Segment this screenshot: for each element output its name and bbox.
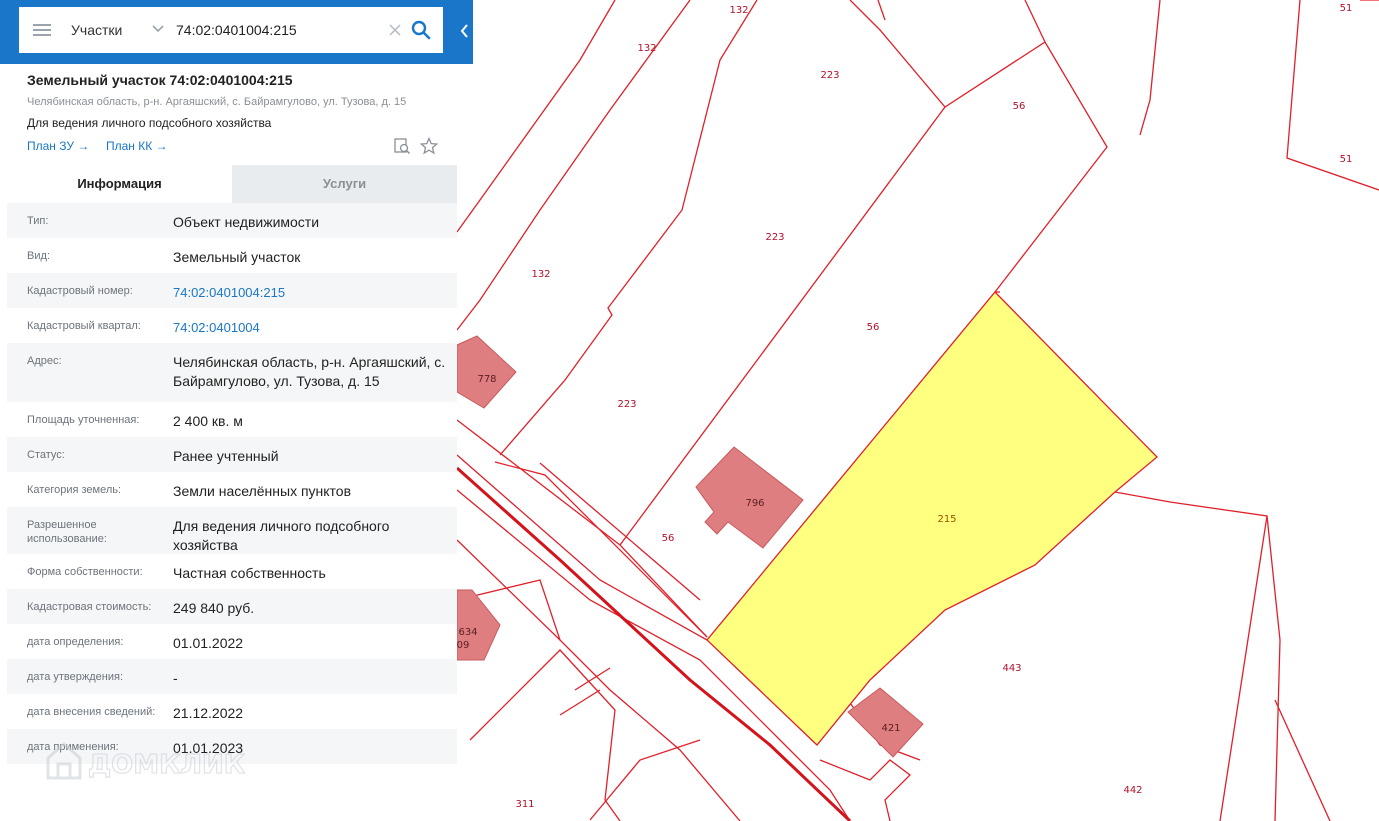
map-label: 56 bbox=[867, 322, 880, 333]
map-label: 215 bbox=[937, 514, 956, 525]
star-icon[interactable] bbox=[420, 137, 438, 155]
plan-kk-link[interactable]: План КК → bbox=[106, 139, 168, 153]
detail-label: Разрешенное использование: bbox=[27, 519, 107, 545]
map-label: 796 bbox=[745, 498, 764, 509]
map-label: 56 bbox=[662, 533, 675, 544]
cadastral-quarter-link[interactable]: 74:02:0401004 bbox=[173, 318, 453, 337]
detail-row: дата определения: 01.01.2022 bbox=[7, 624, 457, 659]
map-label: 442 bbox=[1123, 785, 1142, 796]
detail-row: Вид: Земельный участок bbox=[7, 238, 457, 273]
detail-label: Статус: bbox=[27, 449, 65, 461]
detail-row: Адрес: Челябинская область, р-н. Аргаяшск… bbox=[7, 343, 457, 402]
search-box: Участки bbox=[19, 7, 443, 53]
detail-label: Категория земель: bbox=[27, 484, 122, 496]
detail-value: Челябинская область, р-н. Аргаяшский, с.… bbox=[173, 354, 446, 389]
map-label: 443 bbox=[1002, 663, 1021, 674]
detail-label: дата утверждения: bbox=[27, 671, 124, 683]
detail-label: Площадь уточненная: bbox=[27, 414, 140, 426]
search-icon[interactable] bbox=[410, 19, 432, 41]
parcel-address: Челябинская область, р-н. Аргаяшский, с.… bbox=[27, 96, 407, 108]
parcel-purpose: Для ведения личного подсобного хозяйства bbox=[27, 116, 272, 130]
detail-value: - bbox=[173, 670, 178, 686]
map-label: 223 bbox=[820, 70, 839, 81]
detail-row: дата утверждения: - bbox=[7, 659, 457, 694]
building-778[interactable] bbox=[456, 335, 517, 409]
detail-label: Вид: bbox=[27, 250, 50, 262]
search-input[interactable] bbox=[176, 7, 376, 53]
menu-icon[interactable] bbox=[33, 22, 51, 38]
search-bar: Участки bbox=[0, 0, 473, 64]
detail-value: Объект недвижимости bbox=[173, 214, 320, 230]
map-label: 132 bbox=[531, 269, 550, 280]
detail-value: 21.12.2022 bbox=[173, 705, 244, 721]
domclick-watermark-logo: ДОМКЛИК bbox=[46, 742, 246, 781]
detail-value: Земли населённых пунктов bbox=[173, 483, 352, 499]
detail-value: 01.01.2022 bbox=[173, 635, 244, 651]
cadastral-number-link[interactable]: 74:02:0401004:215 bbox=[173, 283, 453, 302]
layer-select[interactable]: Участки bbox=[71, 7, 122, 53]
info-panel: Земельный участок 74:02:0401004:215 Челя… bbox=[0, 64, 457, 821]
detail-value: Земельный участок bbox=[173, 249, 301, 265]
tab-services[interactable]: Услуги bbox=[232, 165, 457, 203]
detail-row: Площадь уточненная: 2 400 кв. м bbox=[7, 402, 457, 437]
details-list: Тип: Объект недвижимости Вид: Земельный уч… bbox=[7, 203, 457, 764]
detail-row: дата внесения сведений: 21.12.2022 bbox=[7, 694, 457, 729]
detail-row: Статус: Ранее учтенный bbox=[7, 437, 457, 472]
zoom-to-parcel-icon[interactable] bbox=[393, 137, 411, 155]
detail-label: дата определения: bbox=[27, 636, 124, 648]
map-label: 132 bbox=[637, 43, 656, 54]
collapse-panel-icon[interactable] bbox=[457, 0, 473, 64]
map-label: 51 bbox=[1340, 154, 1353, 165]
detail-row: Категория земель: Земли населённых пункто… bbox=[7, 472, 457, 507]
map-label: 09 bbox=[457, 640, 470, 651]
detail-row: Разрешенное использование: Для ведения ли… bbox=[7, 507, 457, 554]
detail-label: Тип: bbox=[27, 215, 49, 227]
map-label: 634 bbox=[458, 627, 477, 638]
detail-label: Кадастровый номер: bbox=[27, 285, 133, 297]
chevron-down-icon[interactable] bbox=[149, 20, 167, 38]
detail-value: 249 840 руб. bbox=[173, 600, 255, 616]
detail-label: Адрес: bbox=[27, 355, 62, 367]
tab-information[interactable]: Информация bbox=[7, 165, 232, 203]
detail-label: Кадастровая стоимость: bbox=[27, 601, 152, 613]
detail-label: Форма собственности: bbox=[27, 566, 143, 578]
detail-value: Ранее учтенный bbox=[173, 448, 279, 464]
map-label: 778 bbox=[477, 374, 496, 385]
map-label: 51 bbox=[1340, 3, 1353, 14]
map-label: 132 bbox=[729, 5, 748, 16]
map-label: 311 bbox=[515, 799, 534, 810]
detail-label: Кадастровый квартал: bbox=[27, 320, 141, 332]
map-label: 223 bbox=[765, 232, 784, 243]
detail-value: Для ведения личного подсобного хозяйства bbox=[173, 518, 390, 553]
map-label: 56 bbox=[1013, 101, 1026, 112]
detail-label: дата внесения сведений: bbox=[27, 706, 156, 718]
detail-row: Кадастровый номер: 74:02:0401004:215 bbox=[7, 273, 457, 308]
map-label: 223 bbox=[617, 399, 636, 410]
detail-row: Кадастровая стоимость: 249 840 руб. bbox=[7, 589, 457, 624]
detail-row: Форма собственности: Частная собственност… bbox=[7, 554, 457, 589]
watermark-text: ДОМКЛИК bbox=[88, 750, 245, 780]
parcel-title: Земельный участок 74:02:0401004:215 bbox=[27, 72, 293, 88]
detail-row: Тип: Объект недвижимости bbox=[7, 203, 457, 238]
tab-bar: Информация Услуги bbox=[7, 165, 457, 203]
close-icon[interactable] bbox=[387, 22, 403, 38]
detail-value: 2 400 кв. м bbox=[173, 413, 243, 429]
detail-row: Кадастровый квартал: 74:02:0401004 bbox=[7, 308, 457, 343]
detail-value: Частная собственность bbox=[173, 565, 326, 581]
plan-zu-link[interactable]: План ЗУ → bbox=[27, 139, 89, 153]
map-label: 421 bbox=[881, 723, 900, 734]
